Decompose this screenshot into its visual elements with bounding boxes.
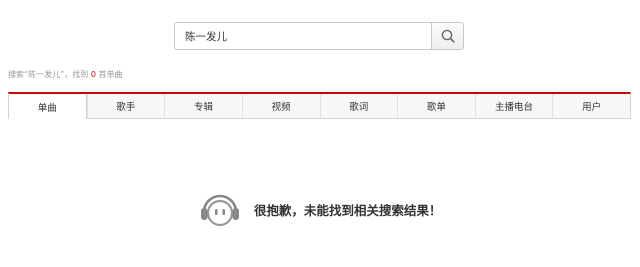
tab-videos[interactable]: 视频 bbox=[241, 94, 320, 118]
summary-prefix: 搜索“陈一发儿”，找到 bbox=[8, 70, 89, 79]
summary-suffix: 首单曲 bbox=[98, 70, 123, 79]
tab-albums[interactable]: 专辑 bbox=[164, 94, 242, 118]
tab-users[interactable]: 用户 bbox=[552, 94, 630, 118]
tab-songs[interactable]: 单曲 bbox=[9, 94, 87, 119]
search-input[interactable] bbox=[174, 22, 431, 50]
empty-state: 很抱歉，未能找到相关搜索结果！ bbox=[198, 187, 442, 231]
tab-playlists[interactable]: 歌单 bbox=[397, 94, 475, 118]
search-icon bbox=[441, 29, 455, 43]
search-type-tabs: 单曲 歌手 专辑 视频 歌词 歌单 主播电台 用户 bbox=[8, 92, 631, 119]
search-bar bbox=[174, 22, 464, 50]
empty-message: 很抱歉，未能找到相关搜索结果！ bbox=[254, 202, 442, 218]
search-result-summary: 搜索“陈一发儿”，找到 0 首单曲 bbox=[8, 69, 122, 80]
tab-lyrics[interactable]: 歌词 bbox=[319, 94, 398, 118]
headphones-face-icon bbox=[201, 194, 239, 227]
tab-artists[interactable]: 歌手 bbox=[86, 94, 165, 118]
tab-radio[interactable]: 主播电台 bbox=[474, 94, 553, 118]
result-count: 0 bbox=[90, 70, 96, 79]
search-button[interactable] bbox=[431, 22, 464, 50]
